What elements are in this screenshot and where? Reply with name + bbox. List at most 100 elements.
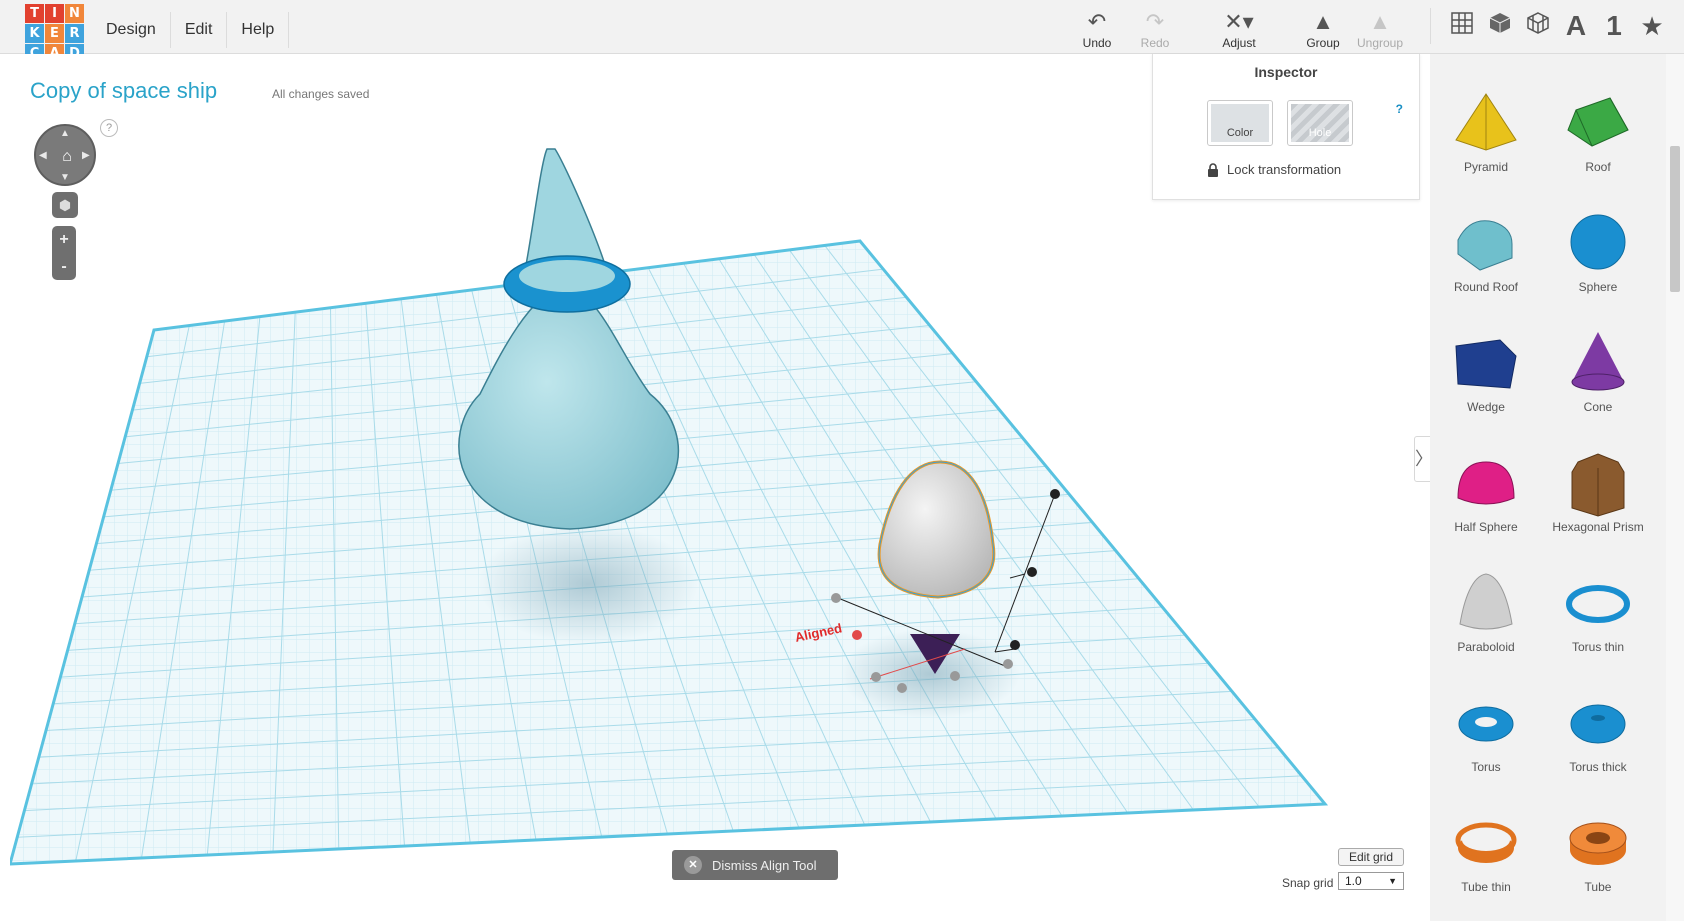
shape-torus-thin[interactable]: Torus thin: [1542, 566, 1654, 686]
torus-thick-icon: [1570, 704, 1626, 744]
shape-label: Sphere: [1578, 280, 1618, 294]
scrollbar-thumb[interactable]: [1670, 146, 1680, 292]
torus-thin-icon: [1566, 585, 1630, 623]
round-roof-icon: [1457, 220, 1513, 271]
paraboloid-icon: [1459, 573, 1513, 630]
number-tool-icon[interactable]: 1: [1595, 10, 1633, 42]
roof-icon: [1567, 97, 1629, 147]
shape-label: Round Roof: [1453, 280, 1519, 294]
shape-half-sphere[interactable]: Half Sphere: [1430, 446, 1542, 566]
menu-help[interactable]: Help: [227, 12, 290, 48]
ungroup-icon: ▲: [1369, 9, 1391, 34]
tube-thin-icon: [1455, 822, 1517, 863]
fit-view-icon[interactable]: ⬢: [52, 192, 78, 218]
home-view-icon[interactable]: ⌂: [58, 148, 76, 166]
zoom-in-button[interactable]: +: [52, 226, 76, 253]
shape-label: Wedge: [1467, 400, 1505, 414]
object-shadow: [478, 524, 698, 644]
shape-tube-thin[interactable]: Tube thin: [1430, 806, 1542, 921]
menu-edit[interactable]: Edit: [171, 12, 228, 48]
lock-transformation-toggle[interactable]: Lock transformation: [1207, 162, 1341, 177]
redo-label: Redo: [1140, 36, 1170, 50]
shape-label: Paraboloid: [1457, 640, 1515, 654]
shape-pyramid[interactable]: Pyramid: [1430, 86, 1542, 206]
group-label: Group: [1306, 36, 1340, 50]
grid-view-icon[interactable]: [1443, 11, 1481, 42]
undo-icon: ↶: [1087, 9, 1107, 34]
orbit-down-icon[interactable]: ▼: [60, 172, 70, 183]
inspector-panel: Inspector ? Color Hole Lock transformati…: [1152, 54, 1420, 200]
redo-icon: ↷: [1145, 9, 1165, 34]
menu-design[interactable]: Design: [92, 12, 171, 48]
dismiss-label: Dismiss Align Tool: [712, 857, 817, 873]
text-tool-icon[interactable]: A: [1557, 10, 1595, 42]
shape-roof[interactable]: Roof: [1542, 86, 1654, 206]
shape-label: Roof: [1585, 160, 1611, 174]
shape-torus-thick[interactable]: Torus thick: [1542, 686, 1654, 806]
hole-label: Hole: [1291, 104, 1349, 142]
snap-grid-select[interactable]: 1.0 ▼: [1338, 872, 1404, 890]
logo-letter: E: [45, 24, 64, 43]
undo-label: Undo: [1082, 36, 1112, 50]
nav-help-button[interactable]: ?: [100, 119, 118, 137]
shape-paraboloid[interactable]: Paraboloid: [1430, 566, 1542, 686]
tube-icon: [1569, 822, 1627, 865]
torus-icon: [1458, 706, 1514, 742]
snap-grid-label: Snap grid: [1282, 876, 1334, 890]
top-bar: T I N K E R C A D Design Edit Help ↶ Und…: [0, 0, 1684, 63]
solid-cube-icon[interactable]: [1481, 11, 1519, 42]
dismiss-align-tool-button[interactable]: ✕ Dismiss Align Tool: [672, 850, 838, 880]
shape-round-roof[interactable]: Round Roof: [1430, 206, 1542, 326]
orbit-right-icon[interactable]: ▶: [82, 150, 90, 161]
inspector-title: Inspector: [1254, 64, 1318, 80]
logo-letter: I: [45, 4, 64, 23]
orbit-left-icon[interactable]: ◀: [39, 150, 47, 161]
shape-tube[interactable]: Tube: [1542, 806, 1654, 921]
shape-hexagonal-prism[interactable]: Hexagonal Prism: [1542, 446, 1654, 566]
save-status: All changes saved: [272, 87, 370, 101]
sphere-icon: [1570, 214, 1626, 270]
shapes-scrollbar[interactable]: [1666, 54, 1684, 921]
orbit-up-icon[interactable]: ▲: [60, 128, 70, 139]
edit-grid-button[interactable]: Edit grid: [1338, 848, 1404, 866]
wedge-icon: [1455, 339, 1517, 389]
hole-button[interactable]: Hole: [1287, 100, 1353, 146]
shape-torus[interactable]: Torus: [1430, 686, 1542, 806]
shapes-panel: Pyramid Roof Round Roof Sphere Wedge Cone Half…: [1430, 54, 1684, 921]
logo-letter: T: [25, 4, 44, 23]
undo-button[interactable]: ↶ Undo: [1067, 8, 1127, 50]
zoom-out-button[interactable]: -: [52, 253, 76, 280]
shape-label: Tube: [1584, 880, 1612, 894]
shape-label: Torus: [1471, 760, 1501, 774]
redo-button[interactable]: ↷ Redo: [1125, 8, 1185, 50]
shape-label: Hexagonal Prism: [1552, 520, 1644, 534]
design-title[interactable]: Copy of space ship: [30, 78, 217, 104]
group-button[interactable]: ▲ Group: [1293, 8, 1353, 50]
hexagonal-prism-icon: [1571, 453, 1625, 517]
color-label: Color: [1211, 104, 1269, 142]
ungroup-button[interactable]: ▲ Ungroup: [1350, 8, 1410, 50]
group-icon: ▲: [1312, 9, 1334, 34]
chevron-down-icon: ▼: [1388, 876, 1397, 886]
shape-cone[interactable]: Cone: [1542, 326, 1654, 446]
pyramid-icon: [1455, 93, 1517, 151]
close-icon: ✕: [684, 856, 702, 874]
adjust-button[interactable]: ✕▾ Adjust: [1209, 8, 1269, 50]
star-icon[interactable]: ★: [1633, 11, 1671, 42]
shape-wedge[interactable]: Wedge: [1430, 326, 1542, 446]
shape-sphere[interactable]: Sphere: [1542, 206, 1654, 326]
cone-icon: [1571, 332, 1625, 391]
color-button[interactable]: Color: [1207, 100, 1273, 146]
tinkercad-app: T I N K E R C A D Design Edit Help ↶ Und…: [0, 0, 1684, 921]
inspector-help-button[interactable]: ?: [1396, 102, 1403, 116]
shape-label: Cone: [1583, 400, 1613, 414]
wireframe-cube-icon[interactable]: [1519, 11, 1557, 42]
main-menu: Design Edit Help: [92, 12, 290, 48]
snap-grid-value: 1.0: [1345, 874, 1362, 888]
view-tools: A 1 ★: [1430, 8, 1671, 44]
logo-letter: R: [65, 24, 84, 43]
shape-label: Pyramid: [1463, 160, 1508, 174]
logo-letter: N: [65, 4, 84, 23]
orbit-control[interactable]: ▲ ▼ ◀ ▶ ⌂: [34, 124, 96, 186]
shape-label: Half Sphere: [1454, 520, 1518, 534]
